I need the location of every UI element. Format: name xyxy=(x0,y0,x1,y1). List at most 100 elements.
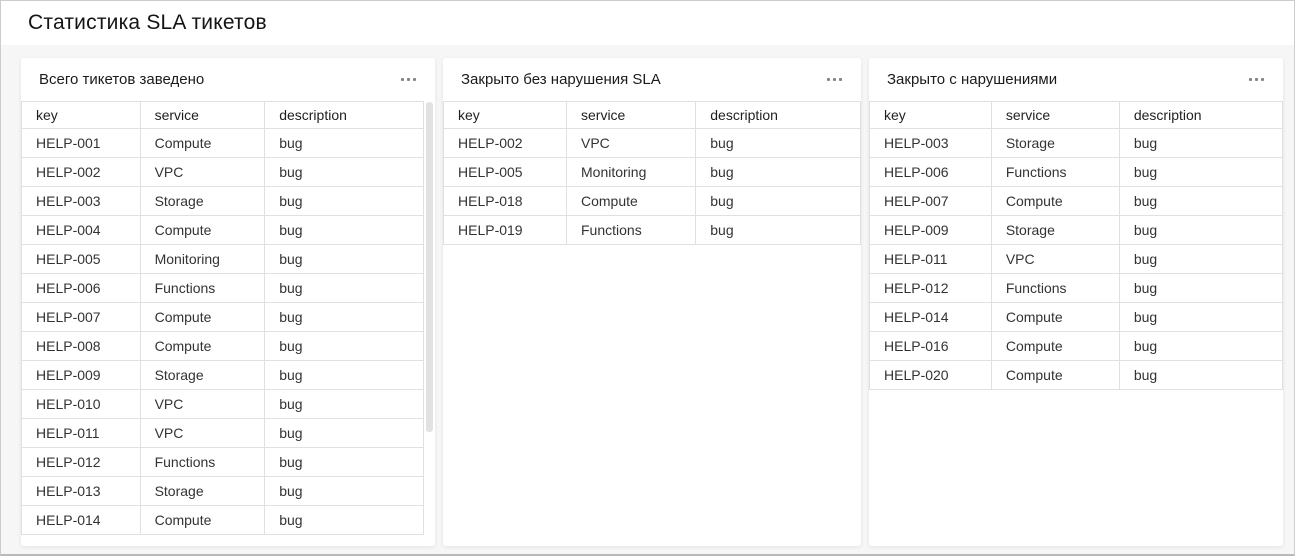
cell-description: bug xyxy=(265,187,424,216)
cell-description: bug xyxy=(265,448,424,477)
cell-key: HELP-001 xyxy=(22,129,141,158)
widget-card-header: Закрыто без нарушения SLA xyxy=(443,58,861,101)
cell-key: HELP-006 xyxy=(870,158,992,187)
cell-key: HELP-003 xyxy=(870,129,992,158)
cell-description: bug xyxy=(265,245,424,274)
column-header-service: service xyxy=(991,102,1119,129)
table-row: HELP-008Computebug xyxy=(22,332,424,361)
card-menu-button[interactable] xyxy=(1247,73,1266,86)
vertical-scrollbar-thumb[interactable] xyxy=(426,102,433,432)
column-header-key: key xyxy=(444,102,567,129)
cell-service: VPC xyxy=(567,129,696,158)
card-title: Закрыто без нарушения SLA xyxy=(461,71,661,88)
cell-key: HELP-013 xyxy=(22,477,141,506)
cell-description: bug xyxy=(696,216,861,245)
cell-key: HELP-012 xyxy=(22,448,141,477)
cell-description: bug xyxy=(265,303,424,332)
ellipsis-icon xyxy=(401,78,404,81)
ellipsis-icon xyxy=(413,78,416,81)
ticket-table: keyservicedescription HELP-003Storagebug… xyxy=(869,101,1283,390)
ellipsis-icon xyxy=(1249,78,1252,81)
cell-service: Functions xyxy=(991,158,1119,187)
cell-key: HELP-008 xyxy=(22,332,141,361)
column-header-key: key xyxy=(22,102,141,129)
cell-description: bug xyxy=(1119,158,1282,187)
cell-description: bug xyxy=(696,129,861,158)
ellipsis-icon xyxy=(833,78,836,81)
cell-description: bug xyxy=(1119,216,1282,245)
cell-description: bug xyxy=(1119,361,1282,390)
cell-description: bug xyxy=(265,361,424,390)
cell-service: Compute xyxy=(140,303,265,332)
card-menu-button[interactable] xyxy=(399,73,418,86)
cell-service: VPC xyxy=(140,390,265,419)
cell-key: HELP-019 xyxy=(444,216,567,245)
ellipsis-icon xyxy=(1261,78,1264,81)
table-row: HELP-011VPCbug xyxy=(22,419,424,448)
cell-service: Compute xyxy=(140,216,265,245)
ellipsis-icon xyxy=(839,78,842,81)
cell-key: HELP-005 xyxy=(444,158,567,187)
cell-key: HELP-007 xyxy=(22,303,141,332)
table-row: HELP-020Computebug xyxy=(870,361,1283,390)
cell-key: HELP-014 xyxy=(22,506,141,535)
cell-description: bug xyxy=(1119,332,1282,361)
card-menu-button[interactable] xyxy=(825,73,844,86)
widget-card-header: Всего тикетов заведено xyxy=(21,58,435,101)
cell-description: bug xyxy=(1119,129,1282,158)
table-row: HELP-001Computebug xyxy=(22,129,424,158)
cell-service: VPC xyxy=(140,158,265,187)
table-row: HELP-005Monitoringbug xyxy=(22,245,424,274)
dashboard-page: Статистика SLA тикетов Всего тикетов зав… xyxy=(0,0,1295,556)
cell-description: bug xyxy=(265,129,424,158)
table-row: HELP-006Functionsbug xyxy=(870,158,1283,187)
cell-description: bug xyxy=(1119,245,1282,274)
cell-key: HELP-009 xyxy=(870,216,992,245)
table-row: HELP-009Storagebug xyxy=(870,216,1283,245)
cell-service: Compute xyxy=(991,187,1119,216)
table-row: HELP-007Computebug xyxy=(870,187,1283,216)
table-row: HELP-014Computebug xyxy=(870,303,1283,332)
widget-card: Всего тикетов заведено keyservicedescrip… xyxy=(21,58,435,546)
table-row: HELP-003Storagebug xyxy=(870,129,1283,158)
cell-service: Compute xyxy=(567,187,696,216)
ticket-table: keyservicedescription HELP-001Computebug… xyxy=(21,101,424,535)
table-row: HELP-012Functionsbug xyxy=(870,274,1283,303)
cell-description: bug xyxy=(265,216,424,245)
column-header-description: description xyxy=(1119,102,1282,129)
cell-service: Functions xyxy=(140,274,265,303)
cell-service: Functions xyxy=(140,448,265,477)
column-header-description: description xyxy=(265,102,424,129)
cell-service: Compute xyxy=(991,303,1119,332)
table-row: HELP-018Computebug xyxy=(444,187,861,216)
cell-key: HELP-009 xyxy=(22,361,141,390)
cell-description: bug xyxy=(265,332,424,361)
table-row: HELP-010VPCbug xyxy=(22,390,424,419)
cell-service: Compute xyxy=(140,506,265,535)
cell-key: HELP-018 xyxy=(444,187,567,216)
cell-service: VPC xyxy=(991,245,1119,274)
cell-key: HELP-011 xyxy=(870,245,992,274)
cell-key: HELP-006 xyxy=(22,274,141,303)
cell-description: bug xyxy=(696,158,861,187)
cell-service: Storage xyxy=(140,187,265,216)
table-row: HELP-011VPCbug xyxy=(870,245,1283,274)
cell-key: HELP-011 xyxy=(22,419,141,448)
cell-description: bug xyxy=(1119,187,1282,216)
table-header-row: keyservicedescription xyxy=(22,102,424,129)
table-row: HELP-016Computebug xyxy=(870,332,1283,361)
cell-key: HELP-002 xyxy=(22,158,141,187)
cell-service: Storage xyxy=(140,477,265,506)
table-header-row: keyservicedescription xyxy=(870,102,1283,129)
ellipsis-icon xyxy=(407,78,410,81)
table-row: HELP-006Functionsbug xyxy=(22,274,424,303)
widget-card: Закрыто без нарушения SLA keyservicedesc… xyxy=(443,58,861,546)
ellipsis-icon xyxy=(1255,78,1258,81)
cell-description: bug xyxy=(265,274,424,303)
column-header-key: key xyxy=(870,102,992,129)
cell-service: Functions xyxy=(567,216,696,245)
cell-service: Compute xyxy=(991,332,1119,361)
widget-card: Закрыто с нарушениями keyservicedescript… xyxy=(869,58,1283,546)
table-header-row: keyservicedescription xyxy=(444,102,861,129)
table-row: HELP-009Storagebug xyxy=(22,361,424,390)
